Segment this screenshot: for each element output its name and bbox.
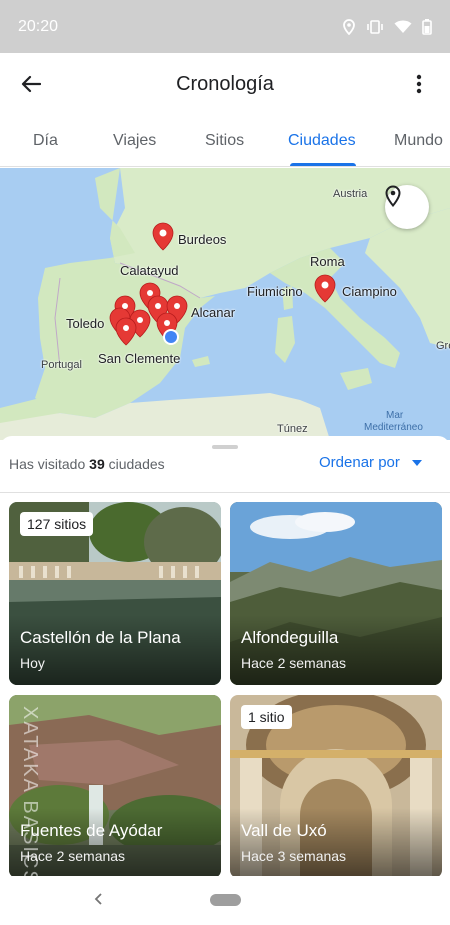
arrow-left-icon	[21, 75, 41, 93]
map-label-alcanar: Alcanar	[191, 305, 236, 320]
tab-bar: Día Viajes Sitios Ciudades Mundo	[0, 115, 450, 167]
sort-label: Ordenar por	[319, 454, 400, 471]
home-pill-icon[interactable]	[210, 894, 241, 906]
map-label-calatayud: Calatayud	[120, 263, 179, 278]
status-icons	[342, 18, 432, 35]
map-label-ciampino: Ciampino	[342, 284, 397, 299]
visited-summary: Has visitado 39 ciudades	[9, 456, 165, 472]
tab-sitios[interactable]: Sitios	[205, 115, 244, 167]
cities-sheet: Has visitado 39 ciudades Ordenar por 127…	[0, 436, 450, 878]
city-card-castellon[interactable]: 127 sitios Castellón de la Plana Hoy	[9, 502, 221, 685]
places-badge: 1 sitio	[241, 705, 292, 729]
card-gradient	[230, 615, 442, 685]
more-vert-icon	[416, 74, 422, 94]
locate-button[interactable]	[385, 185, 429, 229]
card-gradient	[230, 808, 442, 878]
dropdown-arrow-icon	[411, 459, 422, 466]
sort-button[interactable]: Ordenar por	[319, 454, 422, 471]
city-name: Vall de Uxó	[241, 821, 327, 840]
app-bar: Cronología	[0, 53, 450, 115]
nav-back-button[interactable]	[88, 889, 108, 909]
tab-dia[interactable]: Día	[33, 115, 58, 167]
vibrate-icon	[367, 19, 383, 34]
map-label-burdeos: Burdeos	[178, 232, 227, 247]
city-name: Alfondeguilla	[241, 628, 339, 647]
status-bar: 20:20	[0, 0, 450, 53]
battery-icon	[422, 18, 432, 35]
map-label-san-clemente: San Clemente	[98, 351, 181, 366]
location-icon	[343, 18, 355, 35]
page-title: Cronología	[176, 72, 274, 95]
places-badge: 127 sitios	[20, 512, 94, 536]
card-gradient	[9, 615, 221, 685]
map-label-portugal: Portugal	[41, 359, 82, 371]
tab-viajes[interactable]: Viajes	[113, 115, 156, 167]
visited-count: 39	[89, 456, 105, 472]
city-visit-time: Hace 2 semanas	[241, 655, 347, 671]
sheet-drag-handle[interactable]	[212, 445, 238, 449]
status-time: 20:20	[18, 17, 59, 35]
map-label-roma: Roma	[310, 254, 345, 269]
active-tab-indicator	[290, 163, 356, 166]
visited-prefix: Has visitado	[9, 456, 86, 472]
watermark: XATAKA BASICS	[19, 706, 41, 886]
map-label-austria: Austria	[333, 188, 368, 200]
wifi-icon	[394, 20, 412, 33]
map-label-mediterraneo: Mediterráneo	[364, 422, 423, 433]
sheet-divider	[0, 492, 450, 493]
city-card-alfondeguilla[interactable]: Alfondeguilla Hace 2 semanas	[230, 502, 442, 685]
city-visit-time: Hace 3 semanas	[241, 848, 347, 864]
city-visit-time: Hoy	[20, 655, 45, 671]
city-name: Castellón de la Plana	[20, 628, 181, 647]
city-card-vall-de-uxo[interactable]: 1 sitio Vall de Uxó Hace 3 semanas	[230, 695, 442, 878]
map-label-fiumicino: Fiumicino	[247, 284, 303, 299]
map-label-tunez: Túnez	[277, 423, 308, 435]
city-name: Fuentes de Ayódar	[20, 821, 163, 840]
map-pin-icon	[385, 185, 401, 207]
tab-mundo[interactable]: Mundo	[394, 115, 443, 167]
map-label-mar: Mar	[386, 410, 404, 421]
map-label-gre: Gre	[436, 340, 450, 352]
map-view[interactable]: Austria Burdeos Calatayud Roma Fiumicino…	[0, 168, 450, 440]
map-land	[0, 168, 450, 440]
back-button[interactable]	[0, 53, 62, 115]
nav-back-icon	[94, 893, 102, 905]
visited-suffix: ciudades	[108, 456, 165, 472]
map-label-toledo: Toledo	[66, 316, 105, 331]
overflow-menu-button[interactable]	[388, 53, 450, 115]
system-nav-bar	[0, 876, 450, 925]
tab-ciudades[interactable]: Ciudades	[288, 115, 356, 167]
